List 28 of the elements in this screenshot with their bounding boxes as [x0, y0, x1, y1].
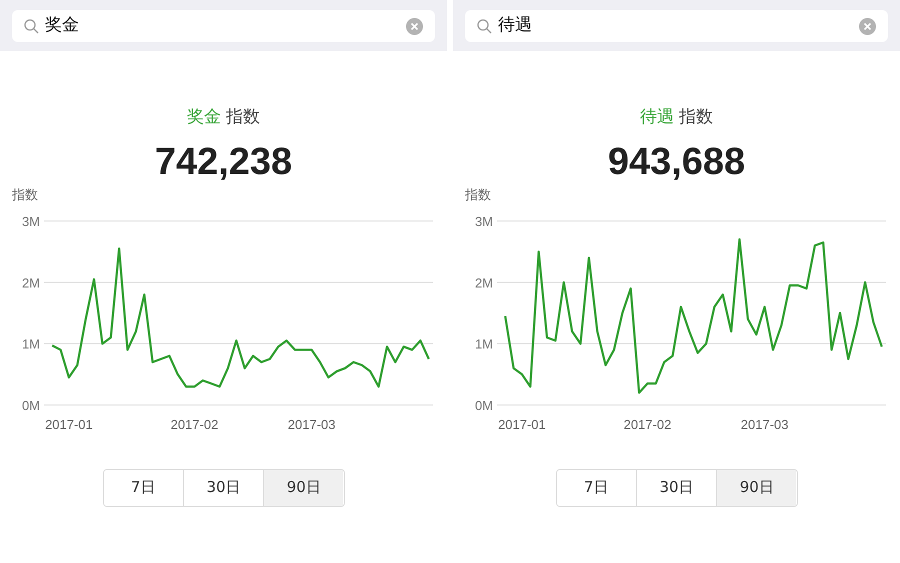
x-tick-label: 2017-01: [498, 416, 546, 432]
y-tick-label: 0M: [474, 398, 493, 412]
clear-icon[interactable]: [859, 18, 876, 34]
search-icon: [24, 18, 39, 34]
index-value: 943,688: [608, 142, 746, 180]
search-icon: [477, 18, 492, 34]
range-tab[interactable]: 90日: [716, 470, 796, 506]
index-value: 742,238: [154, 142, 292, 180]
index-title: 待遇 指数: [640, 106, 714, 129]
x-tick-label: 2017-03: [740, 416, 788, 432]
y-tick-label: 3M: [474, 214, 493, 228]
y-tick-label: 0M: [22, 398, 40, 412]
y-tick-label: 2M: [22, 274, 40, 290]
index-title: 奖金 指数: [186, 106, 260, 129]
clear-icon[interactable]: [406, 18, 423, 34]
y-tick-label: 1M: [22, 336, 40, 352]
range-tab[interactable]: 90日: [263, 470, 344, 506]
y-tick-label: 3M: [22, 214, 40, 228]
search-field[interactable]: 奖金: [12, 10, 435, 42]
x-tick-label: 2017-01: [45, 416, 93, 432]
x-tick-label: 2017-03: [288, 416, 336, 432]
x-tick-label: 2017-02: [170, 416, 218, 432]
y-axis-label: 指数: [12, 186, 38, 202]
search-field[interactable]: 待遇: [465, 10, 888, 42]
y-tick-label: 1M: [474, 336, 493, 352]
y-axis-label: 指数: [465, 186, 491, 202]
x-tick-label: 2017-02: [624, 416, 672, 432]
y-tick-label: 2M: [474, 274, 493, 290]
